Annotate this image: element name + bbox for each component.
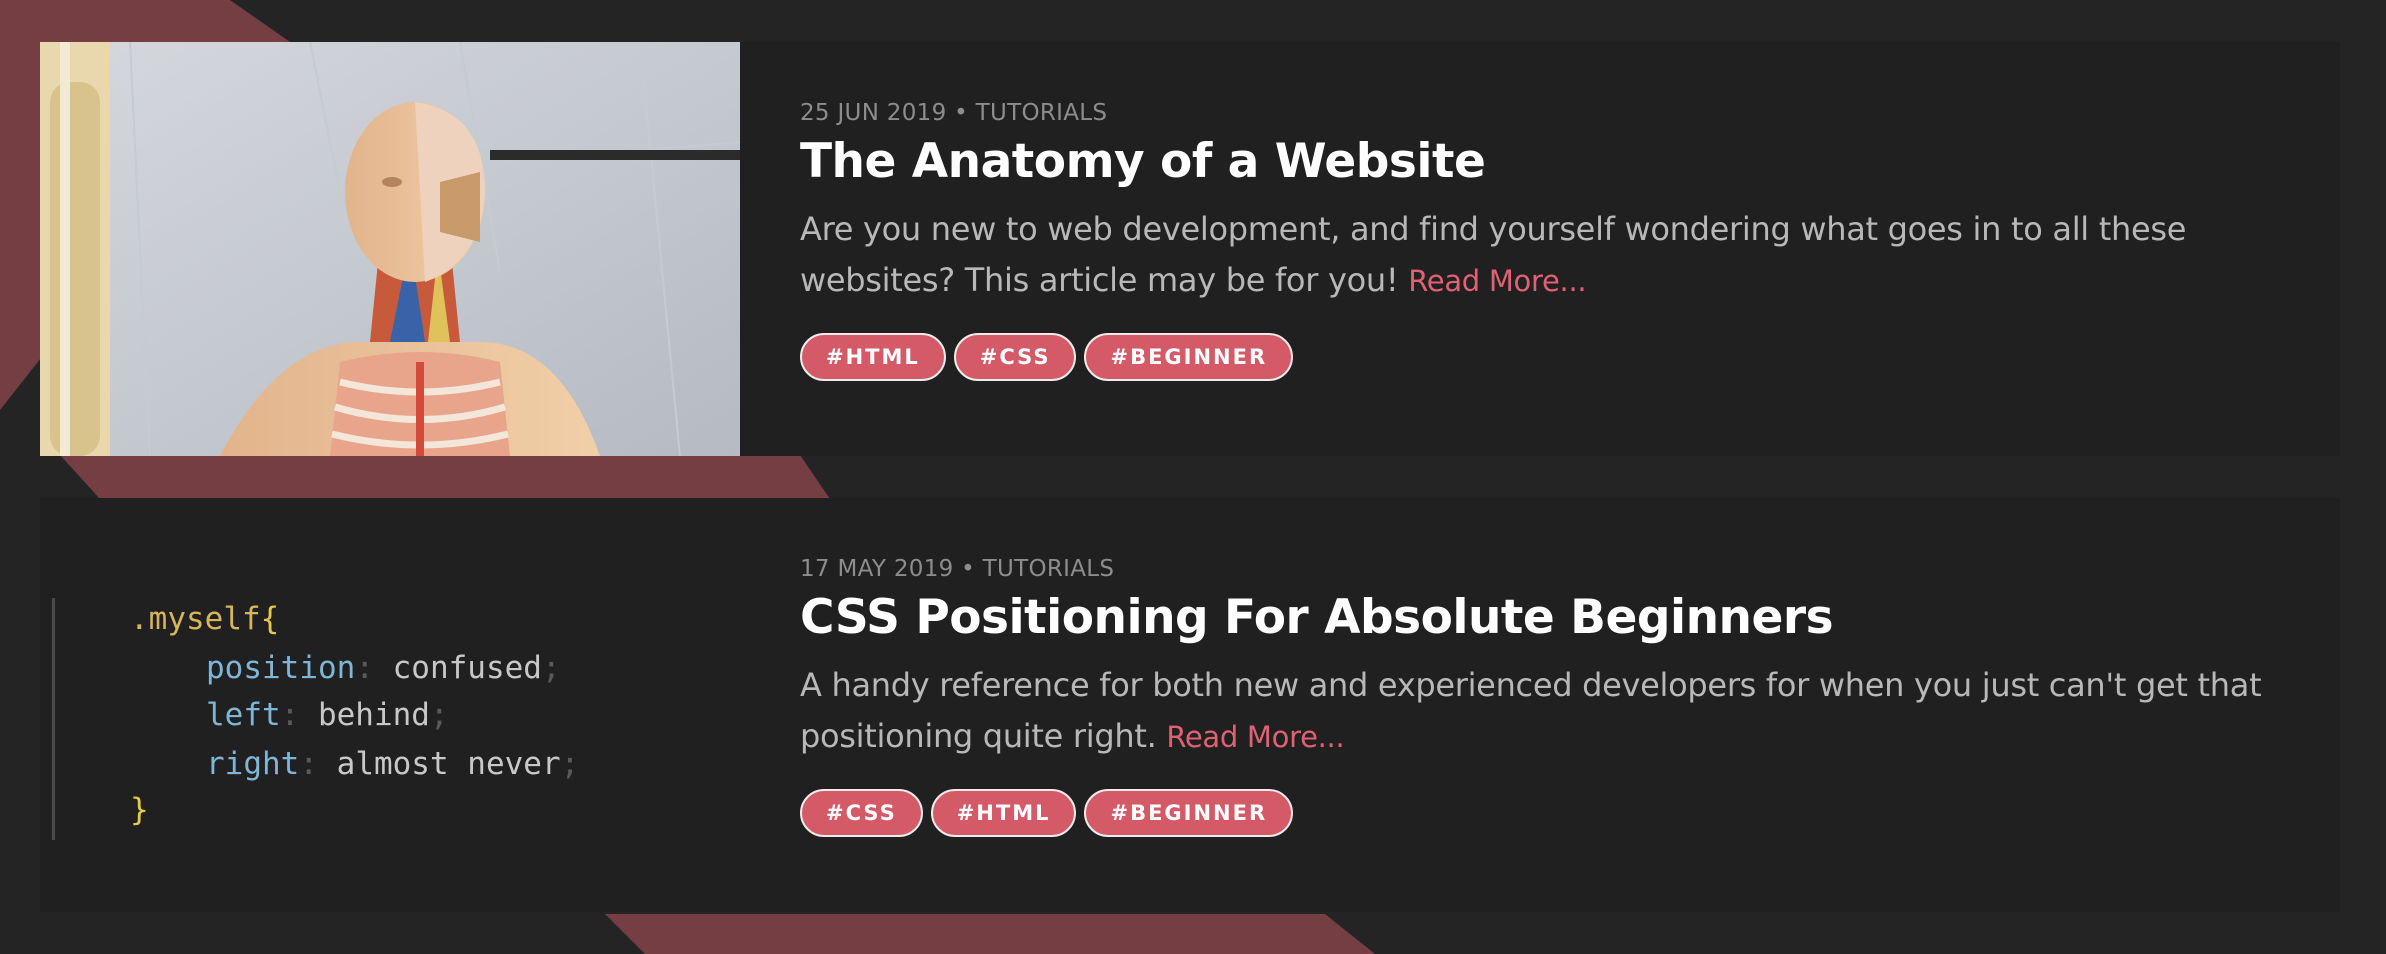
read-more-link[interactable]: Read More... bbox=[1166, 720, 1344, 754]
tag-beginner[interactable]: #BEGINNER bbox=[1084, 789, 1294, 837]
post-excerpt-text: A handy reference for both new and exper… bbox=[800, 666, 2262, 755]
tag-css[interactable]: #CSS bbox=[800, 789, 923, 837]
code-line: right: almost never; bbox=[206, 746, 580, 782]
post-excerpt: A handy reference for both new and exper… bbox=[800, 660, 2300, 763]
tag-html[interactable]: #HTML bbox=[800, 333, 946, 381]
code-selector: .myself bbox=[130, 601, 261, 637]
code-value: confused bbox=[392, 650, 542, 686]
post-card[interactable]: 25 JUN 2019 • TUTORIALS The Anatomy of a… bbox=[40, 42, 2340, 456]
code-property: left bbox=[206, 697, 281, 733]
code-property: right bbox=[206, 746, 300, 782]
decor-shape-mid-left bbox=[60, 455, 830, 499]
tag-html[interactable]: #HTML bbox=[930, 789, 1077, 837]
read-more-link[interactable]: Read More... bbox=[1408, 264, 1586, 298]
post-thumbnail-anatomy-model[interactable] bbox=[40, 42, 740, 456]
code-value: almost never bbox=[336, 746, 561, 782]
tag-list: #HTML #CSS #BEGINNER bbox=[800, 333, 2340, 381]
code-selector-line: .myself{ bbox=[130, 601, 279, 637]
post-thumbnail-code[interactable]: .myself{ position: confused; left: behin… bbox=[40, 498, 740, 912]
post-content: 25 JUN 2019 • TUTORIALS The Anatomy of a… bbox=[740, 42, 2340, 456]
code-snippet-image: .myself{ position: confused; left: behin… bbox=[40, 498, 740, 912]
post-title[interactable]: CSS Positioning For Absolute Beginners bbox=[800, 588, 2340, 648]
tag-css[interactable]: #CSS bbox=[953, 333, 1077, 381]
post-title[interactable]: The Anatomy of a Website bbox=[800, 132, 2340, 192]
code-indent-guide bbox=[52, 598, 55, 840]
code-line: position: confused; bbox=[206, 650, 561, 686]
code-open-brace: { bbox=[260, 601, 280, 637]
post-meta: 17 MAY 2019 • TUTORIALS bbox=[800, 556, 1115, 582]
tag-list: #CSS #HTML #BEGINNER bbox=[800, 789, 2340, 837]
code-close-brace: } bbox=[130, 792, 149, 828]
post-meta: 25 JUN 2019 • TUTORIALS bbox=[800, 100, 1108, 126]
post-excerpt: Are you new to web development, and find… bbox=[800, 204, 2300, 307]
code-line: left: behind; bbox=[206, 697, 449, 733]
code-property: position bbox=[206, 650, 356, 686]
post-content: 17 MAY 2019 • TUTORIALS CSS Positioning … bbox=[740, 498, 2340, 912]
code-value: behind bbox=[317, 697, 430, 733]
decor-shape-bottom bbox=[605, 914, 1375, 954]
tag-beginner[interactable]: #BEGINNER bbox=[1084, 333, 1294, 381]
post-card[interactable]: .myself{ position: confused; left: behin… bbox=[40, 498, 2340, 912]
